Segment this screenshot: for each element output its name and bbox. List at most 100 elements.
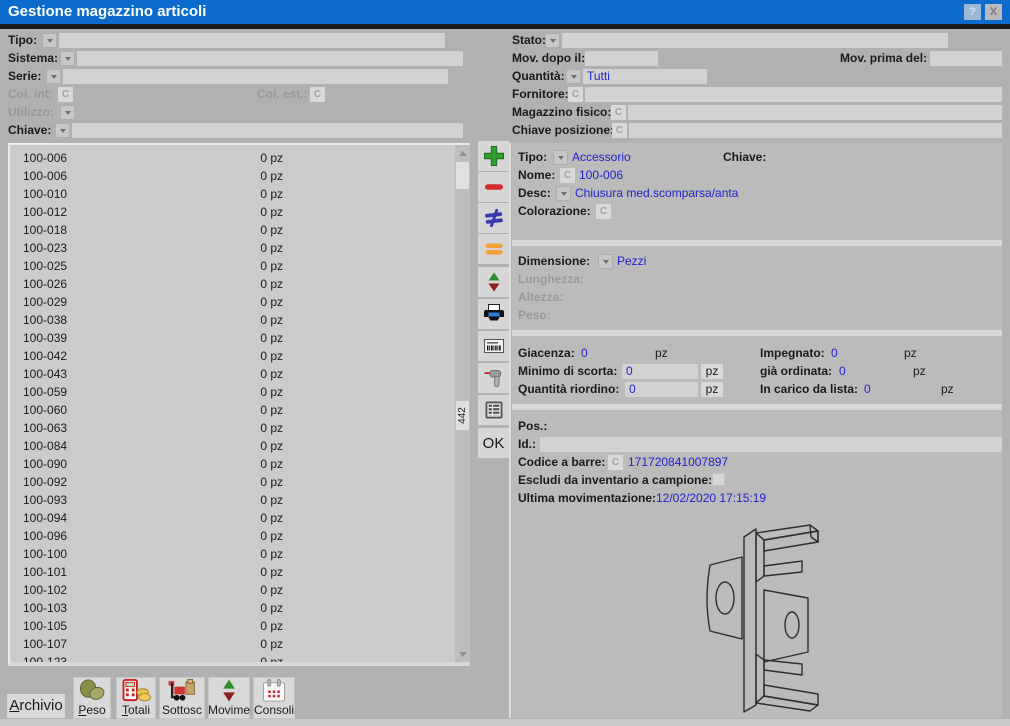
mov-dopo-field[interactable] [585, 51, 658, 66]
minimo-field[interactable]: 0 [622, 364, 698, 379]
list-item[interactable]: 100-025 0 pz [10, 257, 453, 275]
forklift-icon [166, 678, 198, 703]
quantita-dropdown[interactable] [566, 69, 581, 84]
list-item[interactable]: 100-096 0 pz [10, 527, 453, 545]
quantita-field[interactable]: Tutti [583, 69, 707, 84]
ok-button[interactable]: OK [478, 428, 509, 458]
chiave-filter-field[interactable] [72, 123, 463, 138]
consoli-button[interactable]: Consoli [253, 677, 295, 719]
dimensione-dropdown[interactable] [598, 254, 613, 269]
item-qty: 0 pz [148, 259, 283, 273]
list-item[interactable]: 100-038 0 pz [10, 311, 453, 329]
sistema-filter-dropdown[interactable] [60, 51, 75, 66]
list-item[interactable]: 100-012 0 pz [10, 203, 453, 221]
print-button[interactable] [478, 299, 509, 329]
barcode-scanner-button[interactable] [478, 363, 509, 393]
chiave-pos-c-button[interactable]: C [612, 123, 627, 138]
fornitore-field[interactable] [585, 87, 1002, 102]
peso-button[interactable]: Peso [73, 677, 111, 719]
stato-field[interactable] [562, 33, 948, 48]
list-item[interactable]: 100-100 0 pz [10, 545, 453, 563]
help-button[interactable]: ? [964, 4, 981, 20]
barcode-label-button[interactable] [478, 331, 509, 361]
riordino-unit: pz [701, 382, 723, 397]
spreadsheet-button[interactable] [478, 395, 509, 425]
detail-tipo-dropdown[interactable] [553, 150, 568, 165]
chiave-pos-field[interactable] [629, 123, 1002, 138]
magazzino-field[interactable] [628, 105, 1002, 120]
list-item[interactable]: 100-092 0 pz [10, 473, 453, 491]
list-item[interactable]: 100-006 0 pz [10, 167, 453, 185]
list-item[interactable]: 100-123 0 pz [10, 653, 453, 662]
item-qty: 0 pz [148, 457, 283, 471]
serie-filter-field[interactable] [63, 69, 448, 84]
list-item[interactable]: 100-063 0 pz [10, 419, 453, 437]
list-item[interactable]: 100-094 0 pz [10, 509, 453, 527]
scroll-down-arrow-icon[interactable] [455, 648, 470, 660]
list-item[interactable]: 100-059 0 pz [10, 383, 453, 401]
detail-desc-dropdown[interactable] [556, 186, 571, 201]
list-item[interactable]: 100-107 0 pz [10, 635, 453, 653]
list-item[interactable]: 100-042 0 pz [10, 347, 453, 365]
list-item[interactable]: 100-060 0 pz [10, 401, 453, 419]
sistema-filter-field[interactable] [77, 51, 463, 66]
movements-button[interactable] [478, 267, 509, 297]
list-item[interactable]: 100-010 0 pz [10, 185, 453, 203]
altezza-label: Altezza: [518, 290, 563, 305]
scroll-up-arrow-icon[interactable] [455, 147, 470, 159]
list-item[interactable]: 100-103 0 pz [10, 599, 453, 617]
movime-button[interactable]: Movime [208, 677, 250, 719]
sottosc-button[interactable]: Sottosc [159, 677, 205, 719]
list-item[interactable]: 100-039 0 pz [10, 329, 453, 347]
article-list-panel: 100-006 0 pz 100-006 0 pz 100-010 0 pz 1… [8, 143, 470, 666]
item-code: 100-063 [23, 421, 148, 435]
list-item[interactable]: 100-006 0 pz [10, 149, 453, 167]
item-qty: 0 pz [148, 439, 283, 453]
list-item[interactable]: 100-090 0 pz [10, 455, 453, 473]
add-button[interactable] [478, 141, 509, 171]
remove-button[interactable] [478, 172, 509, 202]
list-item[interactable]: 100-029 0 pz [10, 293, 453, 311]
list-item[interactable]: 100-023 0 pz [10, 239, 453, 257]
fornitore-c-button[interactable]: C [568, 87, 583, 102]
col-est-c-button[interactable]: C [310, 87, 325, 102]
list-scrollbar[interactable]: 442 [455, 145, 470, 662]
tipo-filter-dropdown[interactable] [42, 33, 57, 48]
archivio-button[interactable]: Archivio [7, 694, 65, 718]
detail-nome-c-button[interactable]: C [560, 168, 575, 183]
quantita-value: Tutti [583, 69, 707, 84]
totali-button[interactable]: Totali [116, 677, 156, 719]
utilizzo-dropdown[interactable] [60, 105, 75, 120]
list-item[interactable]: 100-043 0 pz [10, 365, 453, 383]
item-code: 100-093 [23, 493, 148, 507]
list-item[interactable]: 100-101 0 pz [10, 563, 453, 581]
scroll-thumb[interactable] [456, 162, 469, 189]
list-item[interactable]: 100-018 0 pz [10, 221, 453, 239]
stato-dropdown[interactable] [545, 33, 560, 48]
item-qty: 0 pz [148, 241, 283, 255]
up-down-arrows-icon [216, 678, 242, 703]
detail-colorazione-c-button[interactable]: C [596, 204, 611, 219]
id-field[interactable] [540, 437, 1002, 452]
riordino-field[interactable]: 0 [625, 382, 698, 397]
chiave-filter-dropdown[interactable] [55, 123, 70, 138]
codice-barre-c-button[interactable]: C [608, 455, 623, 470]
list-item[interactable]: 100-102 0 pz [10, 581, 453, 599]
list-item[interactable]: 100-093 0 pz [10, 491, 453, 509]
tipo-filter-field[interactable] [59, 33, 445, 48]
totals-button[interactable] [478, 234, 509, 264]
col-int-c-button[interactable]: C [58, 87, 73, 102]
ultima-mov-value: 12/02/2020 17:15:19 [656, 491, 766, 506]
list-item[interactable]: 100-084 0 pz [10, 437, 453, 455]
weights-icon [77, 678, 107, 703]
close-button[interactable]: X [985, 4, 1002, 20]
serie-filter-dropdown[interactable] [46, 69, 61, 84]
compare-button[interactable] [478, 203, 509, 233]
list-item[interactable]: 100-105 0 pz [10, 617, 453, 635]
magazzino-c-button[interactable]: C [611, 105, 626, 120]
escludi-checkbox[interactable] [712, 473, 725, 486]
item-qty: 0 pz [148, 619, 283, 633]
article-list: 100-006 0 pz 100-006 0 pz 100-010 0 pz 1… [10, 149, 453, 662]
mov-prima-field[interactable] [930, 51, 1002, 66]
list-item[interactable]: 100-026 0 pz [10, 275, 453, 293]
